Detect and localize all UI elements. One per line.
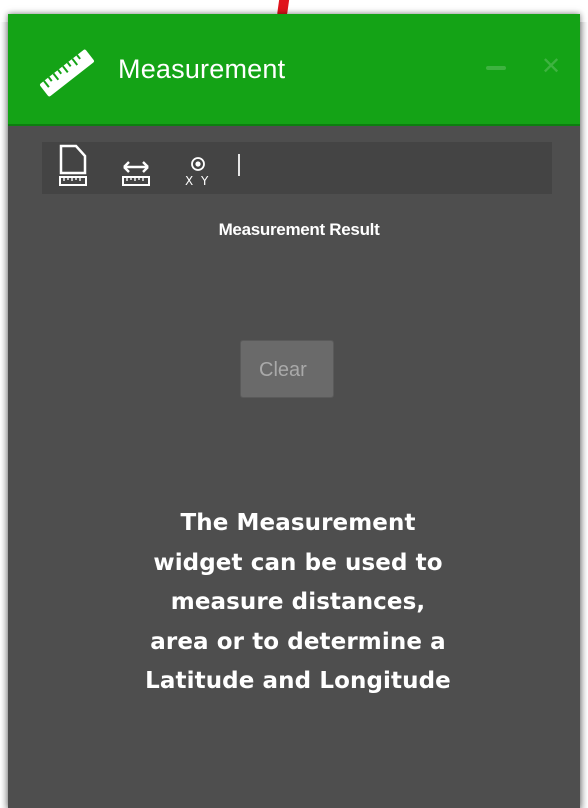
area-tool-button[interactable] [52,142,96,194]
xy-label: X Y [185,174,211,188]
title-bar[interactable]: Measurement ✕ [8,14,580,126]
clear-button[interactable]: Clear [240,340,334,398]
close-icon[interactable]: ✕ [538,54,564,80]
distance-tool-button[interactable] [114,142,158,194]
minimize-icon[interactable] [486,66,506,70]
description-line: widget can be used to [153,549,443,576]
location-xy-icon [191,157,205,171]
toolbar-separator [238,154,240,176]
measurement-widget-panel: Measurement ✕ X Y Measurement Result Cle… [8,14,580,808]
description-line: The Measurement [180,510,416,536]
description-line: measure distances, [170,589,426,615]
ruler-icon [40,49,94,97]
area-measure-icon [59,144,87,186]
description-line: Latitude and Longitude [145,668,451,694]
window-title: Measurement [118,54,286,84]
description-line: area or to determine a [150,628,446,655]
measurement-toolbar: X Y [42,142,552,194]
distance-measure-icon [122,161,150,186]
widget-description: The Measurement widget can be used to me… [128,504,468,702]
measurement-result-heading: Measurement Result [218,220,380,239]
